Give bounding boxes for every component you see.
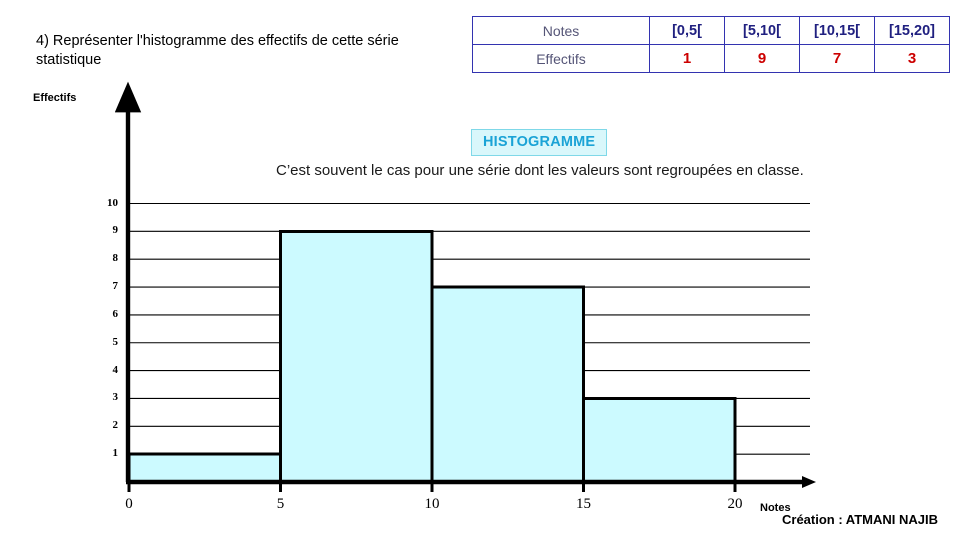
histogram-bar: [127, 452, 283, 484]
y-axis-label: Effectifs: [33, 92, 77, 104]
table-count-1: 9: [724, 44, 800, 73]
histogram-bar: [430, 285, 586, 484]
credit-text: Création : ATMANI NAJIB: [782, 512, 938, 527]
table-row-notes: Notes [0,5[ [5,10[ [10,15[ [15,20]: [472, 16, 950, 45]
table-class-2: [10,15[: [799, 16, 875, 45]
histogram-chart: Effectifs Notes 1 2 3 4 5 6 7 8 9 10 0 5 10 15 20: [0, 0, 960, 540]
x-ticks: [127, 470, 737, 492]
y-tick-label: 5: [112, 335, 119, 348]
x-tick-label: 15: [576, 496, 591, 512]
x-tick-label: 10: [424, 496, 440, 512]
x-tick-label: 5: [276, 496, 285, 512]
histogram-svg: [114, 81, 816, 492]
bars: [127, 229, 737, 484]
table-row-effectifs: Effectifs 1 9 7 3: [472, 44, 950, 73]
table-count-2: 7: [799, 44, 875, 73]
y-tick-label: 8: [112, 252, 119, 265]
y-tick-label: 10: [107, 196, 118, 209]
frequency-table: Notes [0,5[ [5,10[ [10,15[ [15,20] Effec…: [472, 16, 950, 73]
y-tick-label: 3: [112, 391, 119, 404]
slide-canvas: 4) Représenter l'histogramme des effecti…: [0, 0, 960, 540]
table-class-3: [15,20]: [874, 16, 950, 45]
x-tick-label: 0: [125, 496, 133, 512]
axes: [114, 81, 816, 488]
x-tick-label: 20: [727, 496, 743, 512]
table-rowlabel-effectifs: Effectifs: [472, 44, 650, 73]
description-text: C’est souvent le cas pour une série dont…: [276, 162, 804, 179]
table-count-3: 3: [874, 44, 950, 73]
gridlines: [128, 202, 810, 455]
y-tick-label: 9: [112, 224, 119, 237]
y-tick-label: 7: [112, 280, 119, 293]
histogramme-badge: HISTOGRAMME: [471, 129, 608, 156]
question-text: 4) Représenter l'histogramme des effecti…: [36, 33, 399, 68]
y-tick-label: 2: [112, 419, 119, 432]
table-class-1: [5,10[: [724, 16, 800, 45]
y-tick-label: 4: [112, 363, 119, 376]
histogram-bar: [278, 229, 434, 484]
histogram-bar: [581, 396, 737, 484]
table-class-0: [0,5[: [649, 16, 725, 45]
table-count-0: 1: [649, 44, 725, 73]
y-tick-label: 6: [112, 307, 119, 320]
y-tick-label: 1: [112, 447, 119, 460]
table-rowlabel-notes: Notes: [472, 16, 650, 45]
